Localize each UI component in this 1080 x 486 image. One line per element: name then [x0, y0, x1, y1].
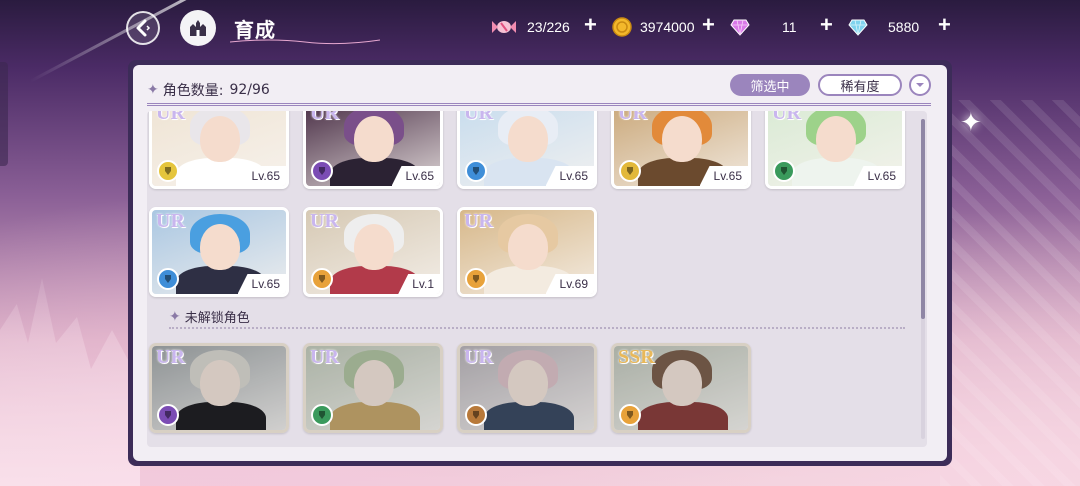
attribute-icon: [465, 268, 487, 290]
back-arrow-icon: [136, 19, 151, 37]
portrait-face: [816, 116, 856, 162]
portrait-face: [354, 360, 394, 406]
locked-section-label: 未解锁角色: [184, 311, 250, 326]
portrait-face: [508, 116, 548, 162]
attribute-icon: [465, 160, 487, 182]
sparkle-icon: ✦: [960, 108, 982, 138]
header-divider: [147, 103, 931, 106]
rarity-badge: UR: [310, 346, 339, 368]
chevron-down-icon: [916, 83, 924, 87]
portrait-face: [200, 116, 240, 162]
sort-order-dropdown[interactable]: [909, 74, 931, 96]
rarity-badge: UR: [156, 210, 185, 232]
portrait-face: [200, 224, 240, 270]
portrait-face: [200, 360, 240, 406]
rarity-badge: UR: [464, 346, 493, 368]
attribute-icon: [773, 160, 795, 182]
locked-character-card[interactable]: UR: [149, 343, 289, 433]
rarity-badge: UR: [464, 210, 493, 232]
attribute-icon: [157, 268, 179, 290]
add-gold-button[interactable]: +: [702, 14, 715, 36]
scrollbar-thumb[interactable]: [921, 119, 925, 319]
locked-character-card[interactable]: SSR: [611, 343, 751, 433]
portrait-body: [330, 402, 420, 430]
back-button[interactable]: [126, 11, 160, 45]
character-panel: ✦ 角色数量: 92/96 筛选中 稀有度 ✦ 未解锁角色 UR Lv.65 UR L…: [128, 60, 952, 466]
attribute-icon: [157, 404, 179, 426]
portrait-body: [484, 402, 574, 430]
portrait-face: [508, 224, 548, 270]
character-card[interactable]: UR Lv.65: [149, 111, 289, 189]
rarity-badge: UR: [772, 111, 801, 124]
portrait-face: [508, 360, 548, 406]
rarity-badge: UR: [310, 210, 339, 232]
portrait-face: [354, 116, 394, 162]
character-count-value: 92/96: [229, 82, 270, 98]
sparkle-bullet-icon: ✦: [147, 82, 159, 98]
blue-diamond-icon: [848, 19, 868, 36]
section-divider: [169, 327, 905, 329]
rarity-badge: UR: [156, 111, 185, 124]
character-count-label: 角色数量:: [162, 83, 224, 99]
attribute-icon: [311, 404, 333, 426]
character-card[interactable]: UR Lv.65: [611, 111, 751, 189]
home-button[interactable]: [180, 10, 216, 46]
attribute-icon: [619, 160, 641, 182]
pink-gem-icon: [730, 19, 750, 36]
character-panel-body: ✦ 角色数量: 92/96 筛选中 稀有度 ✦ 未解锁角色 UR Lv.65 UR L…: [133, 65, 947, 461]
portrait-body: [638, 402, 728, 430]
resource-blue-diamond: 5880: [848, 15, 919, 39]
character-card[interactable]: UR Lv.65: [457, 111, 597, 189]
attribute-icon: [619, 404, 641, 426]
filter-button[interactable]: 筛选中: [730, 74, 810, 96]
character-card[interactable]: UR Lv.65: [765, 111, 905, 189]
rarity-badge: UR: [618, 111, 647, 124]
top-bar: 育成 23/226 + 3974000 + 11 + 5880 +: [0, 0, 1080, 56]
pink-gem-count: 11: [782, 19, 797, 35]
attribute-icon: [311, 160, 333, 182]
background-pattern: [940, 100, 1080, 486]
character-count: ✦ 角色数量: 92/96: [147, 79, 270, 101]
background-castle: [0, 278, 140, 486]
attribute-icon: [157, 160, 179, 182]
character-card[interactable]: UR Lv.69: [457, 207, 597, 297]
castle-icon: [190, 20, 206, 36]
resource-candy: 23/226: [490, 15, 570, 39]
portrait-face: [354, 224, 394, 270]
rarity-badge: SSR: [618, 346, 655, 368]
character-card[interactable]: UR Lv.65: [303, 111, 443, 189]
sparkle-bullet-icon: ✦: [169, 308, 181, 325]
title-underline-decoration: [230, 39, 380, 45]
gold-coin-icon: [612, 17, 632, 37]
gold-count: 3974000: [640, 19, 695, 35]
scrollbar[interactable]: [921, 119, 925, 439]
rarity-badge: UR: [310, 111, 339, 124]
character-card[interactable]: UR Lv.65: [149, 207, 289, 297]
resource-pink-gem: 11: [730, 15, 797, 39]
portrait-body: [176, 402, 266, 430]
portrait-face: [662, 116, 702, 162]
rarity-badge: UR: [156, 346, 185, 368]
add-candy-button[interactable]: +: [584, 14, 597, 36]
character-list[interactable]: ✦ 未解锁角色 UR Lv.65 UR Lv.65 UR Lv.65 UR Lv.65 UR Lv…: [147, 111, 927, 447]
blue-diamond-count: 5880: [888, 19, 920, 35]
attribute-icon: [465, 404, 487, 426]
add-pink-gem-button[interactable]: +: [820, 14, 833, 36]
add-blue-diamond-button[interactable]: +: [938, 14, 951, 36]
character-card[interactable]: UR Lv.1: [303, 207, 443, 297]
rarity-badge: UR: [464, 111, 493, 124]
locked-section-header: ✦ 未解锁角色: [169, 307, 250, 327]
sort-rarity-button[interactable]: 稀有度: [818, 74, 902, 96]
candy-icon: [492, 21, 516, 33]
resource-gold: 3974000: [612, 15, 695, 39]
locked-character-card[interactable]: UR: [303, 343, 443, 433]
attribute-icon: [311, 268, 333, 290]
side-drawer-handle[interactable]: [0, 62, 8, 166]
candy-count: 23/226: [527, 19, 570, 35]
locked-character-card[interactable]: UR: [457, 343, 597, 433]
portrait-face: [662, 360, 702, 406]
